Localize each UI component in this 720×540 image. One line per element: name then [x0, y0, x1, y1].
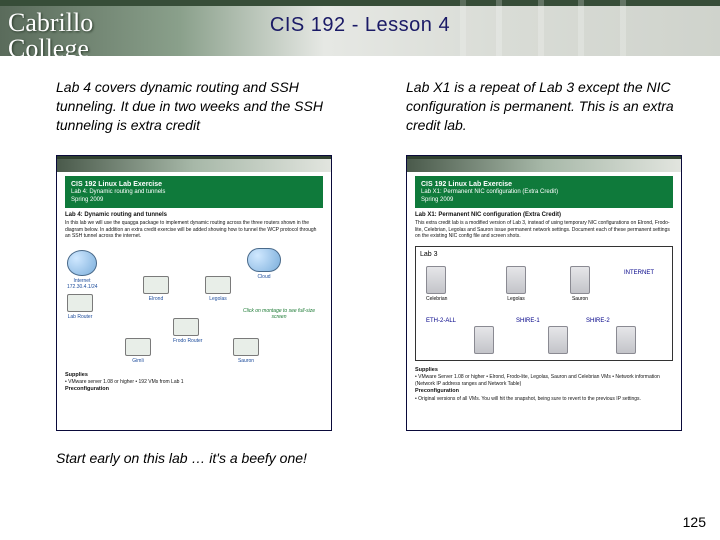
lab4-supplies-h: Supplies [65, 372, 88, 378]
port-label-0: 172.30.4.1/24 [67, 284, 98, 290]
lbl-shire2: SHIRE-2 [586, 318, 610, 324]
lbl-eth2all: ETH-2-ALL [426, 318, 456, 324]
slide: Cabrillo College est. 1959 CIS 192 - Les… [0, 0, 720, 540]
left-description: Lab 4 covers dynamic routing and SSH tun… [56, 78, 356, 135]
lab4-supplies-body: • VMware server 1.08 or higher • 192 VMs… [65, 379, 184, 385]
server-icon [506, 266, 526, 294]
lbl-sauron-l: Sauron [233, 358, 259, 364]
labx1-doc-h1: Lab X1: Permanent NIC configuration (Ext… [415, 212, 561, 218]
lab4-doc-intro: In this lab we will use the quagga packa… [65, 220, 316, 239]
cloud-icon [247, 248, 281, 272]
node-frodo-router: Frodo Router [173, 318, 202, 344]
host-icon [233, 338, 259, 356]
labx1-preconf-h: Preconfiguration [415, 388, 459, 394]
slide-body: Lab 4 covers dynamic routing and SSH tun… [0, 56, 720, 540]
node-celebrian: Celebrian [426, 266, 447, 302]
lbl-cloud: Cloud [247, 274, 281, 280]
node-elrond: Elrond [143, 276, 169, 302]
server-icon [426, 266, 446, 294]
node-cloud: Cloud [247, 248, 281, 280]
lab4-supplies: Supplies • VMware server 1.08 or higher … [65, 372, 323, 394]
labx1-thumb-inner: CIS 192 Linux Lab Exercise Lab X1: Perma… [407, 156, 681, 411]
host-icon [125, 338, 151, 356]
node-legolas-r: Legolas [506, 266, 526, 302]
right-column: Lab X1 is a repeat of Lab 3 except the N… [406, 78, 706, 431]
lab4-strip-line2: Spring 2009 [71, 197, 317, 205]
lab4-network-diagram: Internet Cloud Lab Router Elrond [65, 246, 323, 366]
labx1-strip-title: CIS 192 Linux Lab Exercise [421, 180, 667, 189]
lbl-legolas-r: Legolas [506, 296, 526, 302]
labx1-lab3-title: Lab 3 [420, 251, 668, 258]
lbl-gimli: Gimli [125, 358, 151, 364]
lbl-frodo: Frodo Router [173, 338, 202, 344]
node-svr-b [548, 326, 568, 354]
lab4-preconf-h: Preconfiguration [65, 386, 109, 392]
host-icon [143, 276, 169, 294]
labx1-lab3-box: Lab 3 Celebrian Legolas [415, 246, 673, 361]
server-icon [474, 326, 494, 354]
node-gimli: Gimli [125, 338, 151, 364]
globe-icon [67, 250, 97, 276]
labx1-thumbnail: CIS 192 Linux Lab Exercise Lab X1: Perma… [406, 155, 682, 431]
node-internet: Internet [67, 250, 97, 284]
right-description: Lab X1 is a repeat of Lab 3 except the N… [406, 78, 706, 135]
server-icon [570, 266, 590, 294]
labx1-supplies-body: • VMware Server 1.08 or higher • Elrond,… [415, 374, 660, 387]
lab4-thumbnail: CIS 192 Linux Lab Exercise Lab 4: Dynami… [56, 155, 332, 431]
node-svr-a [474, 326, 494, 354]
left-footnote: Start early on this lab … it's a beefy o… [56, 449, 356, 468]
lab4-thumb-inner: CIS 192 Linux Lab Exercise Lab 4: Dynami… [57, 156, 331, 402]
node-legolas-l: Legolas [205, 276, 231, 302]
labx1-sections: Supplies • VMware Server 1.08 or higher … [415, 367, 673, 403]
host-icon [205, 276, 231, 294]
labx1-supplies-h: Supplies [415, 367, 438, 373]
lbl-internet-r: INTERNET [624, 270, 654, 276]
labx1-doc-body: Lab X1: Permanent NIC configuration (Ext… [415, 212, 673, 239]
router-icon [173, 318, 199, 336]
lbl-lab-router: Lab Router [67, 314, 93, 320]
header-banner: Cabrillo College est. 1959 CIS 192 - Les… [0, 0, 720, 56]
lab4-thumb-banner [57, 156, 331, 172]
labx1-thumb-banner [407, 156, 681, 172]
left-column: Lab 4 covers dynamic routing and SSH tun… [56, 78, 356, 468]
labx1-network-diagram: Celebrian Legolas Sauron INTERNET [420, 264, 668, 356]
diagram-caption: Click on montage to see full-size screen [235, 308, 323, 320]
lbl-sauron-r: Sauron [570, 296, 590, 302]
node-svr-c [616, 326, 636, 354]
lab4-strip-title: CIS 192 Linux Lab Exercise [71, 180, 317, 189]
node-sauron-r: Sauron [570, 266, 590, 302]
lab4-green-strip: CIS 192 Linux Lab Exercise Lab 4: Dynami… [65, 176, 323, 209]
server-icon [616, 326, 636, 354]
labx1-green-strip: CIS 192 Linux Lab Exercise Lab X1: Perma… [415, 176, 673, 209]
node-lab-router: Lab Router [67, 294, 93, 320]
labx1-preconf-body: • Original versions of all VMs. You will… [415, 396, 641, 402]
labx1-strip-line1: Lab X1: Permanent NIC configuration (Ext… [421, 189, 667, 197]
lbl-celebrian: Celebrian [426, 296, 447, 302]
router-icon [67, 294, 93, 312]
labx1-strip-line2: Spring 2009 [421, 197, 667, 205]
server-icon [548, 326, 568, 354]
node-sauron-l: Sauron [233, 338, 259, 364]
lab4-doc-body: Lab 4: Dynamic routing and tunnels In th… [65, 212, 323, 239]
lab4-strip-line1: Lab 4: Dynamic routing and tunnels [71, 189, 317, 197]
lbl-elrond: Elrond [143, 296, 169, 302]
lbl-shire1: SHIRE-1 [516, 318, 540, 324]
lab4-doc-h1: Lab 4: Dynamic routing and tunnels [65, 212, 167, 218]
page-title: CIS 192 - Lesson 4 [0, 14, 720, 37]
lbl-legolas-l: Legolas [205, 296, 231, 302]
labx1-doc-intro: This extra credit lab is a modified vers… [415, 220, 670, 239]
page-number: 125 [683, 514, 706, 530]
